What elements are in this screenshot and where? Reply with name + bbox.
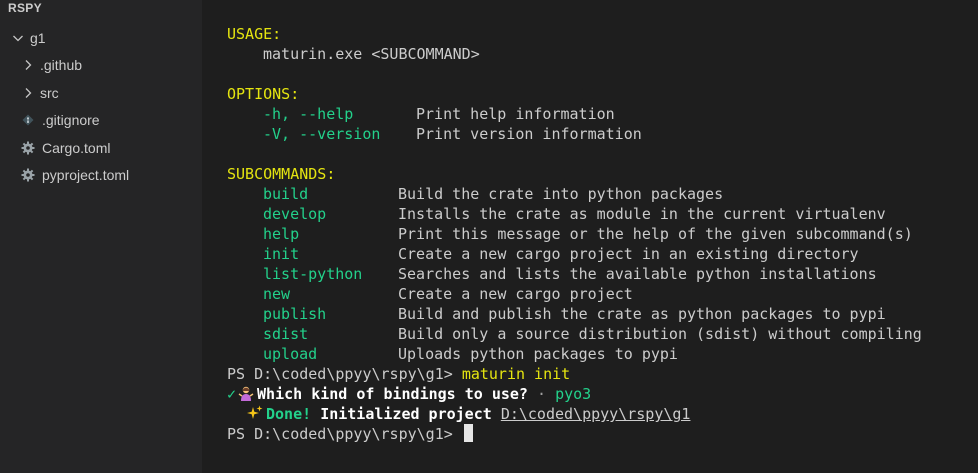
tree-item-label: .gitignore [42,112,100,128]
tree-item-label: src [40,85,59,101]
subcommand-desc: Searches and lists the available python … [398,265,877,283]
tree-item-label: Cargo.toml [42,140,111,156]
tree-item-gitignore[interactable]: .gitignore [20,109,100,131]
subcommand-name: build [263,185,309,203]
options-header: OPTIONS: [227,85,300,103]
subcommand-row: develop Installs the crate as module in t… [263,204,886,224]
subcommand-desc: Build only a source distribution (sdist)… [398,325,922,343]
tree-item-label: .github [40,57,83,73]
question-line: ✓ Which kind of bindings to use? · pyo3 [227,384,591,404]
done-label: Done! [266,405,312,423]
subcommand-desc: Create a new cargo project [398,285,633,303]
tree-item-g1[interactable]: g1 [10,27,46,49]
prompt: PS D:\coded\ppyy\rspy\g1> [227,365,462,383]
subcommand-name: publish [263,305,327,323]
tree-item-pyproject-toml[interactable]: pyproject.toml [20,164,129,186]
tree-item-github[interactable]: .github [20,54,82,76]
chevron-right-icon [20,57,36,73]
subcommand-row: sdist Build only a source distribution (s… [263,324,922,344]
subcommand-name: develop [263,205,327,223]
subcommand-row: publish Build and publish the crate as py… [263,304,886,324]
explorer-sidebar: RSPY g1 .github src .gitignore Cargo.tom… [0,0,202,473]
subcommand-name: upload [263,345,318,363]
prompt-line: PS D:\coded\ppyy\rspy\g1> [227,424,473,444]
tree-item-src[interactable]: src [20,82,59,104]
subcommand-row: build Build the crate into python package… [263,184,723,204]
terminal-panel[interactable]: USAGE: maturin.exe <SUBCOMMAND> OPTIONS:… [202,0,978,473]
answer-text: pyo3 [555,385,592,403]
subcommand-row: new Create a new cargo project [263,284,633,304]
subcommand-desc: Installs the crate as module in the curr… [398,205,886,223]
sparkles-icon [247,405,263,421]
command-text: maturin init [461,365,571,383]
person-shrugging-icon [238,385,254,401]
subcommand-name: help [263,225,300,243]
option-row: -V, --version Print version information [263,124,642,144]
subcommand-desc: Create a new cargo project in an existin… [398,245,859,263]
option-row: -h, --help Print help information [263,104,615,124]
option-desc: Print help information [416,105,615,123]
separator: · [527,385,556,403]
subcommand-name: sdist [263,325,309,343]
prompt: PS D:\coded\ppyy\rspy\g1> [227,425,462,443]
option-flag: -V, --version [263,125,381,143]
chevron-right-icon [20,85,36,101]
terminal-cursor [463,424,473,442]
tree-item-label: g1 [30,30,46,46]
gear-icon [20,140,36,156]
subcommand-name: new [263,285,291,303]
subcommand-row: list-python Searches and lists the availa… [263,264,877,284]
usage-line: maturin.exe <SUBCOMMAND> [263,45,480,63]
done-text: Initialized project [320,405,492,423]
project-path-link[interactable]: D:\coded\ppyy\rspy\g1 [501,405,691,423]
done-line: Done! Initialized project D:\coded\ppyy\… [245,404,690,424]
subcommands-header: SUBCOMMANDS: [227,165,336,183]
tree-item-cargo-toml[interactable]: Cargo.toml [20,137,110,159]
chevron-down-icon [10,30,26,46]
usage-header: USAGE: [227,25,282,43]
subcommand-desc: Build and publish the crate as python pa… [398,305,886,323]
window: RSPY g1 .github src .gitignore Cargo.tom… [0,0,978,473]
subcommand-row: help Print this message or the help of th… [263,224,913,244]
option-desc: Print version information [416,125,642,143]
tree-item-label: pyproject.toml [42,167,130,183]
git-file-icon [20,112,36,128]
subcommand-desc: Build the crate into python packages [398,185,724,203]
subcommand-name: init [263,245,300,263]
explorer-header[interactable]: RSPY [8,1,42,15]
question-text: Which kind of bindings to use? [257,385,528,403]
option-flag: -h, --help [263,105,354,123]
subcommand-desc: Print this message or the help of the gi… [398,225,913,243]
subcommand-name: list-python [263,265,363,283]
subcommand-row: upload Uploads python packages to pypi [263,344,678,364]
subcommand-desc: Uploads python packages to pypi [398,345,678,363]
subcommand-row: init Create a new cargo project in an exi… [263,244,859,264]
gear-icon [20,167,36,183]
prompt-line: PS D:\coded\ppyy\rspy\g1> maturin init [227,364,570,384]
check-icon: ✓ [227,385,237,403]
